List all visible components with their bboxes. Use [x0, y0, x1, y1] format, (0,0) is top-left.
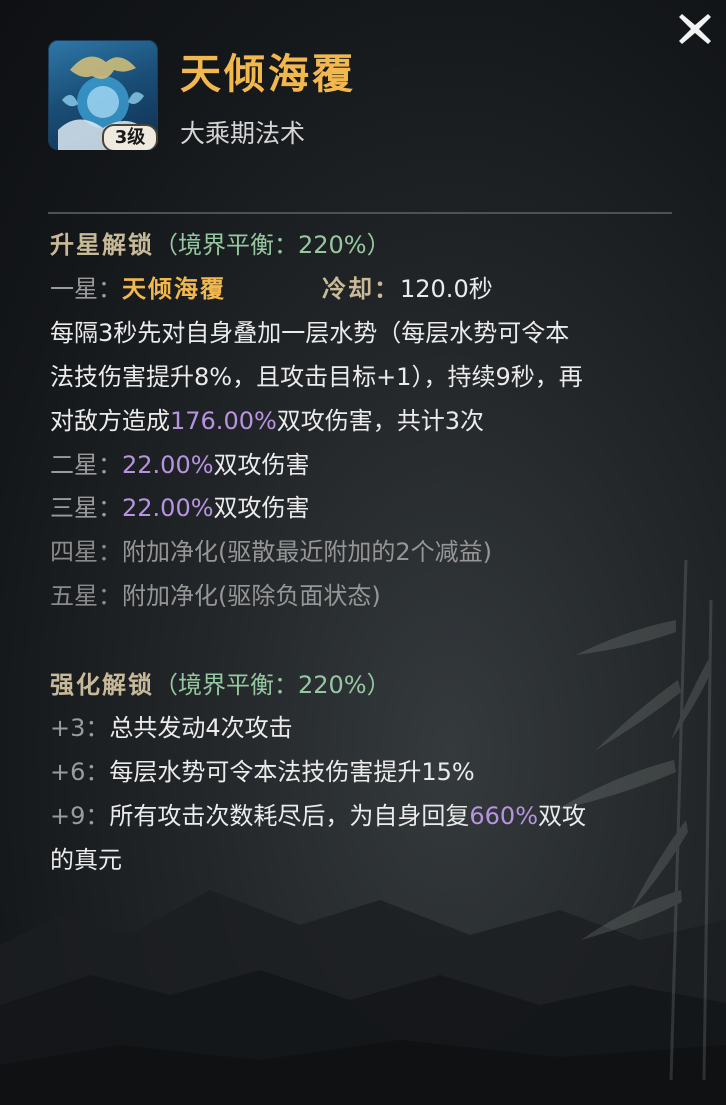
desc-line-1: 每隔3秒先对自身叠加一层水势（每层水势可令本 [50, 319, 570, 347]
plus9-pre: 所有攻击次数耗尽后，为自身回复 [109, 802, 470, 830]
one-star-skill-name: 天倾海覆 [122, 275, 226, 303]
plus3-row: +3：总共发动4次攻击 [50, 712, 293, 744]
two-star-value: 22.00% [122, 451, 214, 479]
one-star-row: 一星：天倾海覆 [50, 273, 226, 305]
three-star-label: 三星： [50, 494, 122, 522]
cooldown-row: 冷却：120.0秒 [322, 273, 493, 305]
star-unlock-balance: （境界平衡：220%） [154, 231, 391, 259]
desc-line-3: 对敌方造成176.00%双攻伤害，共计3次 [50, 405, 484, 437]
plus6-text: 每层水势可令本法技伤害提升15% [109, 758, 475, 786]
desc-damage-value: 176.00% [170, 407, 277, 435]
desc-line-2: 法技伤害提升8%，且攻击目标+1），持续9秒，再 [50, 363, 583, 391]
plus6-row: +6：每层水势可令本法技伤害提升15% [50, 756, 475, 788]
two-star-label: 二星： [50, 451, 122, 479]
one-star-label: 一星： [50, 275, 122, 303]
plus3-label: +3： [50, 714, 110, 742]
plus9-line-2: 的真元 [50, 846, 122, 874]
plus3-text: 总共发动4次攻击 [109, 714, 293, 742]
level-badge: 3级 [102, 124, 158, 150]
two-star-text: 双攻伤害 [213, 451, 310, 479]
skill-title: 天倾海覆 [180, 50, 356, 98]
plus9-value: 660% [469, 802, 539, 830]
cooldown-label: 冷却： [322, 275, 400, 303]
five-star-row: 五星：附加净化(驱除负面状态) [50, 580, 381, 612]
three-star-text: 双攻伤害 [213, 494, 310, 522]
enhance-unlock-balance: （境界平衡：220%） [154, 671, 391, 699]
skill-category: 大乘期法术 [180, 119, 306, 148]
plus9-label: +9： [50, 802, 110, 830]
two-star-row: 二星：22.00%双攻伤害 [50, 449, 310, 481]
three-star-row: 三星：22.00%双攻伤害 [50, 492, 310, 524]
close-icon[interactable] [676, 10, 714, 48]
plus6-label: +6： [50, 758, 110, 786]
three-star-value: 22.00% [122, 494, 214, 522]
skill-detail-panel: 3级 天倾海覆 大乘期法术 升星解锁（境界平衡：220%） 一星：天倾海覆 冷却… [0, 0, 726, 1105]
water-dragon-skill-icon: 3级 [48, 40, 158, 150]
five-star-text: 附加净化(驱除负面状态) [122, 582, 381, 610]
star-unlock-header: 升星解锁 [50, 231, 154, 259]
enhance-unlock-header-row: 强化解锁（境界平衡：220%） [50, 669, 391, 701]
four-star-text: 附加净化(驱散最近附加的2个减益) [122, 538, 492, 566]
plus9-post: 双攻 [538, 802, 587, 830]
divider [48, 212, 672, 214]
desc-line-3-pre: 对敌方造成 [50, 407, 170, 435]
five-star-label: 五星： [50, 582, 122, 610]
plus9-row: +9：所有攻击次数耗尽后，为自身回复660%双攻 [50, 800, 586, 832]
four-star-row: 四星：附加净化(驱散最近附加的2个减益) [50, 536, 492, 568]
cooldown-value: 120.0秒 [400, 275, 493, 303]
four-star-label: 四星： [50, 538, 122, 566]
desc-line-3-post: 双攻伤害，共计3次 [276, 407, 485, 435]
enhance-unlock-header: 强化解锁 [50, 671, 154, 699]
star-unlock-header-row: 升星解锁（境界平衡：220%） [50, 229, 391, 261]
